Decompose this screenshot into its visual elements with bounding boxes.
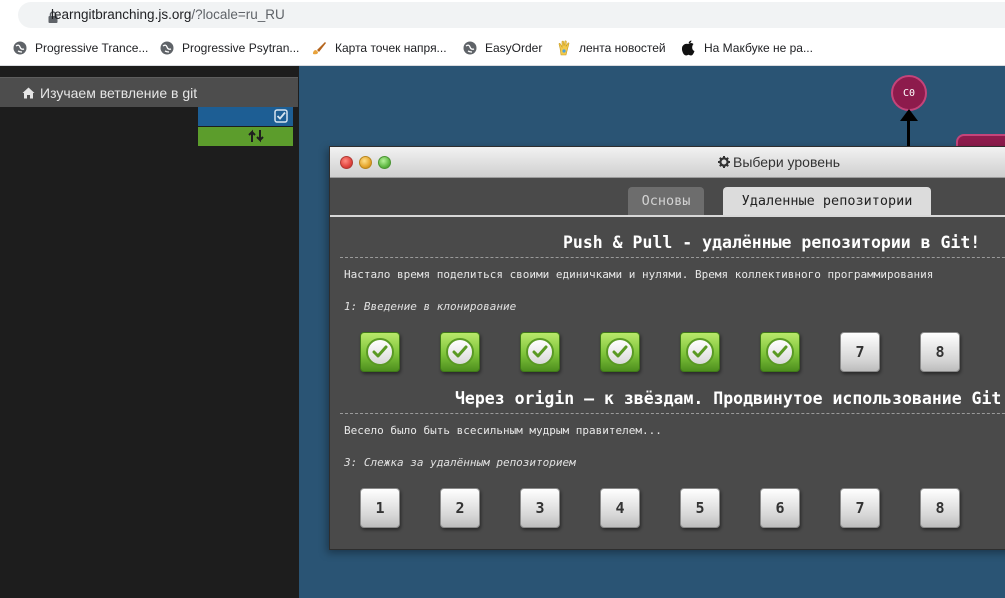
dialog-titlebar: Выбери уровень — [330, 147, 1005, 178]
commit-node-c0[interactable]: C0 — [891, 75, 927, 111]
level-button[interactable] — [440, 332, 480, 372]
bookmarks-bar: Progressive Trance... Progressive Psytra… — [0, 31, 1005, 66]
bookmark-label: На Макбуке не ра... — [704, 41, 813, 55]
section-subtitle: 3: Слежка за удалённым репозиторием — [344, 456, 576, 469]
panel-title: Изучаем ветвление в git — [40, 84, 198, 101]
bookmark-item[interactable]: Карта точек напря... — [311, 39, 447, 57]
level-button[interactable] — [520, 332, 560, 372]
swap-arrows-icon — [248, 129, 264, 143]
tab-bar: Основы Удаленные репозитории — [330, 178, 1005, 217]
level-number: 7 — [855, 499, 865, 517]
brush-icon — [313, 42, 326, 55]
bookmark-label: EasyOrder — [485, 41, 543, 55]
section-divider — [340, 413, 1005, 414]
bookmark-label: Progressive Psytran... — [182, 41, 300, 55]
globe-icon — [463, 41, 477, 55]
level-button[interactable]: 5 — [680, 488, 720, 528]
section-description: Настало время поделиться своими единичка… — [344, 268, 934, 281]
level-button[interactable] — [680, 332, 720, 372]
check-circle-icon — [686, 338, 714, 366]
check-circle-icon — [526, 338, 554, 366]
bookmark-label: лента новостей — [579, 41, 666, 55]
url-host: learngitbranching.js.org — [51, 7, 192, 22]
hand-icon — [558, 40, 570, 56]
globe-icon — [13, 41, 27, 55]
level-button[interactable]: 8 — [920, 488, 960, 528]
level-button[interactable]: 4 — [600, 488, 640, 528]
apple-icon — [681, 40, 695, 56]
level-button[interactable] — [760, 332, 800, 372]
url-path: /?locale=ru_RU — [191, 7, 285, 22]
check-circle-icon — [366, 338, 394, 366]
level-button[interactable]: 2 — [440, 488, 480, 528]
bookmark-item[interactable]: EasyOrder — [463, 39, 542, 57]
level-select-dialog: Выбери уровень Основы Удаленные репозито… — [329, 146, 1005, 550]
check-circle-icon — [606, 338, 634, 366]
bookmark-item[interactable]: Progressive Trance... — [13, 39, 148, 57]
section-subtitle: 1: Введение в клонирование — [344, 300, 517, 313]
section-title: Push & Pull - удалённые репозитории в Gi… — [563, 233, 981, 252]
url-text[interactable]: learngitbranching.js.org/?locale=ru_RU — [51, 7, 285, 22]
bookmark-item[interactable]: Progressive Psytran... — [160, 39, 299, 57]
reset-toggle[interactable] — [198, 127, 293, 146]
check-circle-icon — [766, 338, 794, 366]
command-panel: Изучаем ветвление в git — [0, 66, 299, 598]
level-number: 1 — [375, 499, 385, 517]
gear-icon — [718, 156, 730, 168]
section-divider — [340, 257, 1005, 258]
level-number: 8 — [935, 499, 945, 517]
level-button[interactable]: 7 — [840, 332, 880, 372]
dialog-title: Выбери уровень — [718, 154, 840, 170]
level-number: 2 — [455, 499, 465, 517]
level-number: 7 — [855, 343, 865, 361]
level-button[interactable]: 7 — [840, 488, 880, 528]
bookmark-item[interactable]: лента новостей — [557, 39, 666, 57]
maximize-button[interactable] — [378, 156, 391, 169]
panel-header: Изучаем ветвление в git — [0, 77, 298, 107]
level-button[interactable] — [360, 332, 400, 372]
level-number: 8 — [935, 343, 945, 361]
objective-toggle[interactable] — [198, 107, 293, 126]
close-button[interactable] — [340, 156, 353, 169]
level-number: 5 — [695, 499, 705, 517]
tab-remote[interactable]: Удаленные репозитории — [723, 187, 931, 215]
checkbox-icon — [274, 109, 288, 123]
home-icon — [22, 87, 35, 98]
bookmark-label: Карта точек напря... — [335, 41, 447, 55]
level-button[interactable] — [600, 332, 640, 372]
address-bar: learngitbranching.js.org/?locale=ru_RU — [0, 0, 1005, 31]
minimize-button[interactable] — [359, 156, 372, 169]
section-title: Через origin – к звёздам. Продвинутое ис… — [455, 389, 1002, 408]
level-number: 4 — [615, 499, 625, 517]
dialog-title-text: Выбери уровень — [733, 154, 841, 170]
bookmark-label: Progressive Trance... — [35, 41, 149, 55]
check-circle-icon — [446, 338, 474, 366]
level-number: 6 — [775, 499, 785, 517]
bookmark-item[interactable]: На Макбуке не ра... — [681, 39, 813, 57]
level-button[interactable]: 1 — [360, 488, 400, 528]
level-number: 3 — [535, 499, 545, 517]
level-button[interactable]: 8 — [920, 332, 960, 372]
level-button[interactable]: 3 — [520, 488, 560, 528]
level-button[interactable]: 6 — [760, 488, 800, 528]
tab-basics[interactable]: Основы — [628, 187, 704, 215]
globe-icon — [160, 41, 174, 55]
section-description: Весело было быть всесильным мудрым прави… — [344, 424, 662, 437]
